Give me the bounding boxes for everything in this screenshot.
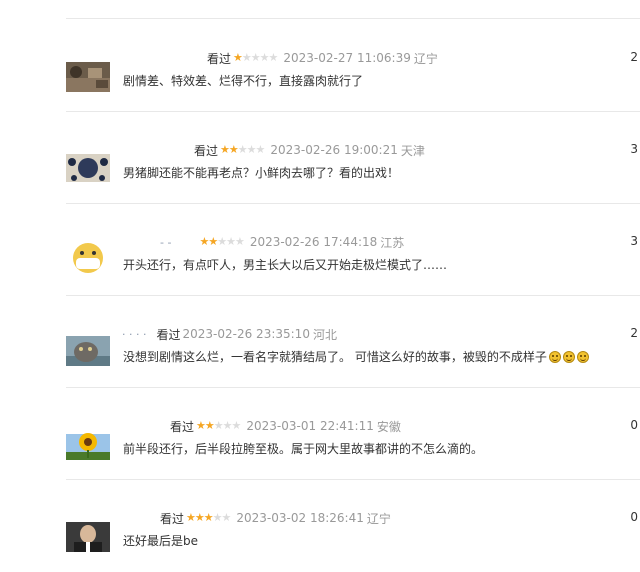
star-filled-icon: ★ bbox=[204, 419, 215, 432]
star-empty-icon: ★ bbox=[213, 419, 224, 432]
comment-item: · · · · 看过 2023-02-26 23:35:10 河北 没想到剧情这… bbox=[0, 296, 640, 388]
star-empty-icon: ★ bbox=[250, 51, 261, 64]
star-empty-icon: ★ bbox=[241, 51, 252, 64]
watched-label: 看过 bbox=[156, 327, 181, 342]
comment-text-content: 男猪脚还能不能再老点？小鲜肉去哪了？看的出戏！ bbox=[123, 166, 400, 180]
comment-text-content: 开头还行，有点吓人，男主长大以后又开始走极烂模式了…… bbox=[123, 258, 448, 272]
comment-item: 看过 ★ ★ ★ ★ ★ 2023-02-26 19:00:21 天津 男猪脚还能不能再… bbox=[0, 112, 640, 204]
comment-text: 开头还行，有点吓人，男主长大以后又开始走极烂模式了…… bbox=[123, 256, 447, 273]
watched-label: 看过 bbox=[207, 51, 232, 66]
star-empty-icon: ★ bbox=[222, 419, 233, 432]
rating-stars: ★ ★ ★ ★ ★ bbox=[196, 417, 242, 435]
reply-count[interactable]: 0 bbox=[630, 510, 638, 524]
star-empty-icon: ★ bbox=[221, 511, 232, 524]
star-empty-icon: ★ bbox=[259, 51, 270, 64]
reply-count[interactable]: 2 bbox=[630, 50, 638, 64]
comment-text: 没想到剧情这么烂，一看名字就猜结局了。 可惜这么好的故事，被毁的不成样子 bbox=[123, 348, 589, 365]
star-empty-icon: ★ bbox=[255, 143, 266, 156]
star-empty-icon: ★ bbox=[212, 511, 223, 524]
star-filled-icon: ★ bbox=[208, 235, 218, 248]
rating-stars: ★ ★ ★ ★ ★ bbox=[199, 233, 245, 251]
user-nickname[interactable]: - - bbox=[160, 236, 171, 249]
comment-location: 河北 bbox=[312, 327, 337, 342]
comment-time: 2023-03-02 18:26:41 bbox=[236, 511, 364, 525]
smile-emoji-icon bbox=[576, 350, 589, 363]
rating-stars: ★ ★ ★ ★ ★ bbox=[220, 141, 266, 159]
star-empty-icon: ★ bbox=[237, 143, 248, 156]
comment-time: 2023-02-26 17:44:18 bbox=[249, 235, 378, 249]
comment-time: 2023-02-26 19:00:21 bbox=[270, 143, 398, 157]
star-filled-icon: ★ bbox=[186, 511, 196, 524]
comment-text: 男猪脚还能不能再老点？小鲜肉去哪了？看的出戏！ bbox=[123, 164, 399, 181]
star-filled-icon: ★ bbox=[199, 235, 209, 248]
reply-count[interactable]: 3 bbox=[630, 234, 638, 248]
comment-meta: - - ★ ★ ★ ★ ★ 2023-02-26 17:44:18 江苏 bbox=[160, 233, 404, 251]
comment-time: 2023-02-26 23:35:10 bbox=[182, 327, 310, 341]
rating-stars: ★ ★ ★ ★ ★ bbox=[186, 509, 232, 527]
comment-text-content: 还好最后是be bbox=[123, 534, 199, 548]
user-avatar[interactable] bbox=[66, 336, 110, 366]
comment-location: 安徽 bbox=[376, 419, 401, 434]
comment-time: 2023-03-01 22:41:11 bbox=[246, 419, 374, 433]
comment-item: 看过 ★ ★ ★ ★ ★ 2023-03-01 22:41:11 安徽 前半段还行，后半… bbox=[0, 388, 640, 480]
star-filled-icon: ★ bbox=[233, 51, 243, 64]
comment-text-content: 没想到剧情这么烂，一看名字就猜结局了。 可惜这么好的故事，被毁的不成样子 bbox=[123, 350, 547, 364]
comment-time: 2023-02-27 11:06:39 bbox=[283, 51, 411, 65]
comment-text: 前半段还行，后半段拉胯至极。属于网大里故事都讲的不怎么滴的。 bbox=[123, 440, 483, 457]
user-avatar[interactable] bbox=[66, 62, 110, 92]
comment-text: 还好最后是be bbox=[123, 532, 198, 549]
star-empty-icon: ★ bbox=[234, 235, 245, 248]
user-avatar[interactable] bbox=[66, 140, 110, 184]
comment-meta: 看过 ★ ★ ★ ★ ★ 2023-02-26 19:00:21 天津 bbox=[194, 141, 425, 159]
top-divider bbox=[66, 18, 640, 19]
comment-location: 辽宁 bbox=[413, 51, 438, 66]
comment-meta: 看过 ★ ★ ★ ★ ★ 2023-02-27 11:06:39 辽宁 bbox=[207, 49, 438, 67]
comment-location: 辽宁 bbox=[366, 511, 391, 526]
comment-item: - - ★ ★ ★ ★ ★ 2023-02-26 17:44:18 江苏 开头还行，有点… bbox=[0, 204, 640, 296]
star-filled-icon: ★ bbox=[220, 143, 230, 156]
rating-stars: ★ ★ ★ ★ ★ bbox=[233, 49, 279, 67]
comment-text: 剧情差、特效差、烂得不行，直接露肉就行了 bbox=[123, 72, 363, 89]
watched-label: 看过 bbox=[160, 511, 185, 526]
user-nickname[interactable]: · · · · bbox=[122, 328, 146, 341]
star-filled-icon: ★ bbox=[194, 511, 205, 524]
watched-label: 看过 bbox=[194, 143, 219, 158]
comment-meta: · · · · 看过 2023-02-26 23:35:10 河北 bbox=[122, 325, 337, 343]
star-filled-icon: ★ bbox=[203, 511, 214, 524]
reply-count[interactable]: 3 bbox=[630, 142, 638, 156]
watched-label: 看过 bbox=[170, 419, 195, 434]
smile-emoji-icon bbox=[548, 350, 561, 363]
star-empty-icon: ★ bbox=[226, 235, 236, 248]
star-filled-icon: ★ bbox=[196, 419, 206, 432]
reply-count[interactable]: 0 bbox=[630, 418, 638, 432]
star-empty-icon: ★ bbox=[268, 51, 279, 64]
comment-item: 看过 ★ ★ ★ ★ ★ 2023-02-27 11:06:39 辽宁 剧情差、特效差、… bbox=[0, 20, 640, 112]
user-avatar[interactable] bbox=[66, 416, 110, 460]
star-empty-icon: ★ bbox=[246, 143, 257, 156]
reply-count[interactable]: 2 bbox=[630, 326, 638, 340]
smile-emoji-icon bbox=[562, 350, 575, 363]
star-filled-icon: ★ bbox=[228, 143, 239, 156]
comment-text-content: 剧情差、特效差、烂得不行，直接露肉就行了 bbox=[123, 74, 364, 88]
comment-location: 天津 bbox=[400, 143, 425, 158]
comment-item: 看过 ★ ★ ★ ★ ★ 2023-03-02 18:26:41 辽宁 还好最后是be … bbox=[0, 480, 640, 572]
star-empty-icon: ★ bbox=[217, 235, 227, 248]
comment-meta: 看过 ★ ★ ★ ★ ★ 2023-03-01 22:41:11 安徽 bbox=[170, 417, 401, 435]
comment-meta: 看过 ★ ★ ★ ★ ★ 2023-03-02 18:26:41 辽宁 bbox=[160, 509, 391, 527]
comment-text-content: 前半段还行，后半段拉胯至极。属于网大里故事都讲的不怎么滴的。 bbox=[123, 442, 484, 456]
user-avatar[interactable] bbox=[66, 240, 110, 274]
comment-location: 江苏 bbox=[380, 235, 405, 250]
star-empty-icon: ★ bbox=[231, 419, 242, 432]
user-avatar[interactable] bbox=[66, 522, 110, 552]
